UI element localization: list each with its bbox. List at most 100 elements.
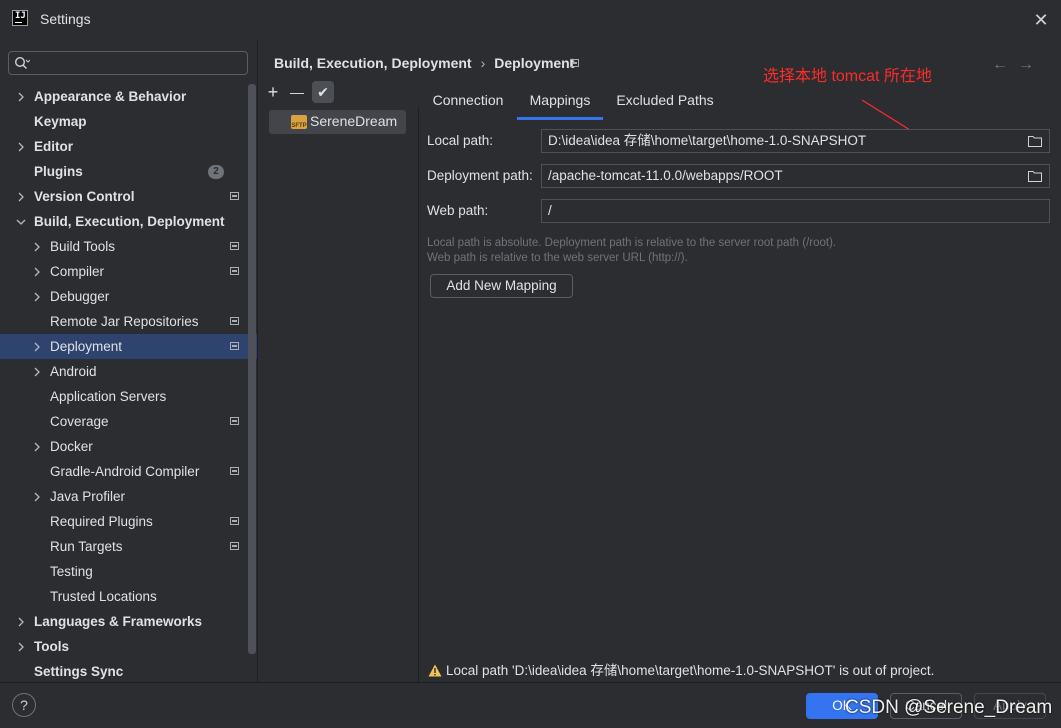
sidebar-item-label: Appearance & Behavior [34,89,187,104]
sidebar-item-gradle-android-compiler[interactable]: Gradle-Android Compiler [0,459,257,484]
server-item-serenedream[interactable]: SFTP SereneDream [269,110,406,134]
deployment-path-value: /apache-tomcat-11.0.0/webapps/ROOT [548,168,783,183]
sidebar-item-run-targets[interactable]: Run Targets [0,534,257,559]
sidebar-item-label: Tools [34,639,69,654]
window-title: Settings [40,11,91,27]
sidebar-item-appearance-behavior[interactable]: Appearance & Behavior [0,84,257,109]
server-name: SereneDream [310,113,398,129]
title-bar: IJ Settings ✕ [0,0,1061,40]
sidebar-item-plugins[interactable]: Plugins 2 [0,159,257,184]
project-level-icon [230,242,239,250]
sidebar-item-coverage[interactable]: Coverage [0,409,257,434]
sidebar-item-remote-jar-repositories[interactable]: Remote Jar Repositories [0,309,257,334]
sidebar-item-label: Testing [50,564,93,579]
tab-mappings[interactable]: Mappings [517,82,603,120]
chevron-right-icon[interactable] [15,134,27,159]
tab-excluded-paths[interactable]: Excluded Paths [603,82,727,120]
sidebar-item-deployment[interactable]: Deployment [0,334,257,359]
local-path-value: D:\idea\idea 存储\home\target\home-1.0-SNA… [548,133,867,148]
sidebar-item-label: Remote Jar Repositories [50,314,199,329]
web-path-field[interactable]: / [541,199,1050,223]
project-level-icon [230,517,239,525]
sidebar-item-trusted-locations[interactable]: Trusted Locations [0,584,257,609]
sidebar-item-label: Plugins [34,164,83,179]
sidebar-item-editor[interactable]: Editor [0,134,257,159]
sidebar-scrollbar[interactable] [248,84,256,654]
sidebar-item-build-execution-deployment[interactable]: Build, Execution, Deployment [0,209,257,234]
hint-line-1: Local path is absolute. Deployment path … [427,237,837,249]
web-path-value: / [548,203,552,218]
chevron-down-icon[interactable] [15,209,27,234]
sidebar-item-java-profiler[interactable]: Java Profiler [0,484,257,509]
sidebar-item-docker[interactable]: Docker [0,434,257,459]
sidebar-item-compiler[interactable]: Compiler [0,259,257,284]
sidebar-item-keymap[interactable]: Keymap [0,109,257,134]
sidebar-item-required-plugins[interactable]: Required Plugins [0,509,257,534]
sidebar-item-label: Build Tools [50,239,116,254]
chevron-right-icon[interactable] [31,284,43,309]
use-as-default-button[interactable]: ✔ [312,81,334,103]
navigation-arrows: ←→ [992,56,1044,74]
add-server-button[interactable]: + [262,81,284,103]
chevron-right-icon[interactable] [15,84,27,109]
chevron-right-icon[interactable] [31,334,43,359]
local-path-field[interactable]: D:\idea\idea 存储\home\target\home-1.0-SNA… [541,129,1050,153]
sidebar-item-label: Deployment [50,339,123,354]
chevron-right-icon[interactable] [31,434,43,459]
deployment-path-field[interactable]: /apache-tomcat-11.0.0/webapps/ROOT [541,164,1050,188]
breadcrumb-parent[interactable]: Build, Execution, Deployment [274,55,472,71]
remove-server-button[interactable]: — [286,81,308,103]
project-level-icon [230,267,239,275]
chevron-right-icon[interactable] [15,184,27,209]
sftp-icon: SFTP [291,115,307,129]
sidebar-item-label: Application Servers [50,389,167,404]
sidebar-item-android[interactable]: Android [0,359,257,384]
add-new-mapping-button[interactable]: Add New Mapping [430,274,573,298]
chevron-right-icon[interactable] [31,359,43,384]
breadcrumb-separator: › [480,55,486,71]
tab-connection[interactable]: Connection [419,82,517,120]
settings-sidebar: Appearance & Behavior Keymap Editor Plugins… [0,40,257,682]
breadcrumb-current: Deployment [494,55,575,71]
sidebar-item-label: Docker [50,439,93,454]
sidebar-item-build-tools[interactable]: Build Tools [0,234,257,259]
sidebar-item-label: Build, Execution, Deployment [34,214,225,229]
sidebar-item-label: Java Profiler [50,489,126,504]
sidebar-item-settings-sync[interactable]: Settings Sync [0,659,257,684]
chevron-right-icon[interactable] [15,609,27,634]
project-level-icon [230,192,239,200]
updates-count-badge: 2 [208,165,224,179]
warning-icon [428,664,442,677]
sidebar-item-label: Required Plugins [50,514,153,529]
search-input[interactable] [8,51,248,75]
sidebar-item-application-servers[interactable]: Application Servers [0,384,257,409]
help-button[interactable]: ? [12,693,36,717]
project-level-icon [230,342,239,350]
search-icon [14,56,30,69]
sidebar-item-label: Version Control [34,189,135,204]
watermark: CSDN @Serene_Dream [845,697,1053,718]
folder-icon[interactable] [1028,135,1042,147]
close-icon[interactable]: ✕ [1033,11,1049,29]
sidebar-item-label: Languages & Frameworks [34,614,203,629]
folder-icon[interactable] [1028,170,1042,182]
intellij-logo-icon: IJ [12,10,28,26]
sidebar-item-label: Editor [34,139,73,154]
project-level-icon [230,317,239,325]
sidebar-item-languages-frameworks[interactable]: Languages & Frameworks [0,609,257,634]
chevron-right-icon[interactable] [31,234,43,259]
sidebar-item-debugger[interactable]: Debugger [0,284,257,309]
server-list: SFTP SereneDream [258,107,419,682]
chevron-right-icon[interactable] [31,484,43,509]
forward-arrow-icon[interactable]: → [1018,56,1044,73]
sidebar-item-version-control[interactable]: Version Control [0,184,257,209]
project-level-icon [230,467,239,475]
sidebar-item-label: Settings Sync [34,664,124,679]
sidebar-item-testing[interactable]: Testing [0,559,257,584]
local-path-label: Local path: [427,133,494,148]
chevron-right-icon[interactable] [15,634,27,659]
sidebar-item-label: Compiler [50,264,105,279]
back-arrow-icon[interactable]: ← [992,56,1018,73]
sidebar-item-tools[interactable]: Tools [0,634,257,659]
chevron-right-icon[interactable] [31,259,43,284]
